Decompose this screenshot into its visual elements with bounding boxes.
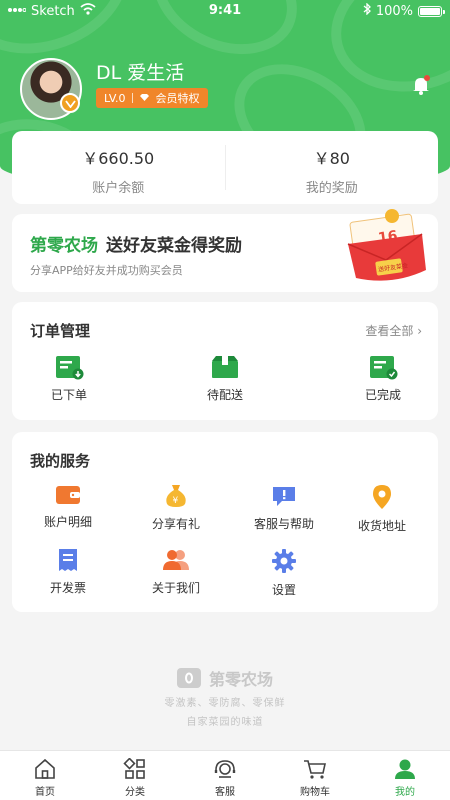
money-bag-icon: ¥ bbox=[166, 485, 186, 507]
account-balance[interactable]: ￥660.50 账户余额 bbox=[12, 131, 225, 204]
share-gift-label: 分享有礼 bbox=[151, 517, 200, 531]
tab-cart-label: 购物车 bbox=[300, 787, 330, 798]
service-customer-help[interactable]: 客服与帮助 bbox=[234, 484, 334, 532]
tab-category[interactable]: 分类 bbox=[90, 751, 180, 800]
order-completed-label: 已完成 bbox=[364, 388, 401, 402]
order-section-title: 订单管理 bbox=[30, 322, 91, 340]
promo-headline: 送好友菜金得奖励 bbox=[106, 236, 242, 256]
pending-delivery-label: 待配送 bbox=[206, 388, 243, 402]
help-message-icon bbox=[273, 487, 295, 506]
level-label: LV.0 bbox=[104, 91, 126, 105]
bluetooth-icon bbox=[363, 2, 371, 19]
tab-customer-service-label: 客服 bbox=[215, 787, 235, 798]
tab-customer-service[interactable]: 客服 bbox=[180, 751, 270, 800]
vip-badge-icon bbox=[60, 93, 80, 113]
service-account-details[interactable]: 账户明细 bbox=[18, 484, 118, 530]
bottom-tab-bar: 首页 分类 客服 购物车 我的 bbox=[0, 750, 450, 800]
services-section-title: 我的服务 bbox=[30, 452, 91, 470]
order-management-card: 订单管理 查看全部 › 已下单 待配送 已完成 bbox=[12, 302, 438, 420]
my-services-card: 我的服务 账户明细 ¥ 分享有礼 客服与帮助 收货地址 开发票 关于我们 设置 bbox=[12, 432, 438, 612]
cart-icon bbox=[304, 760, 326, 779]
customer-service-icon bbox=[214, 760, 236, 778]
customer-help-label: 客服与帮助 bbox=[253, 517, 314, 531]
category-icon bbox=[123, 758, 145, 779]
order-placed-icon bbox=[56, 356, 84, 380]
account-balance-value: ￥660.50 bbox=[82, 149, 155, 168]
profile-icon bbox=[395, 759, 415, 779]
member-privilege-label: 会员特权 bbox=[155, 92, 200, 105]
account-details-label: 账户明细 bbox=[43, 515, 92, 529]
tab-category-label: 分类 bbox=[125, 787, 145, 798]
notification-bell-icon[interactable] bbox=[410, 74, 432, 96]
tab-cart[interactable]: 购物车 bbox=[270, 751, 360, 800]
invoice-icon bbox=[59, 549, 77, 571]
brand-name: 第零农场 bbox=[208, 670, 273, 689]
users-icon bbox=[163, 550, 189, 570]
order-status-completed[interactable]: 已完成 bbox=[338, 354, 428, 403]
brand-slogan-2: 自家菜园的味道 bbox=[186, 717, 264, 728]
account-balance-label: 账户余额 bbox=[92, 181, 145, 196]
service-settings[interactable]: 设置 bbox=[234, 548, 334, 598]
wallet-icon bbox=[56, 486, 80, 504]
order-completed-icon bbox=[370, 356, 398, 380]
pending-delivery-icon bbox=[212, 356, 238, 378]
battery-percent: 100% bbox=[375, 3, 413, 19]
brand-logo-icon bbox=[176, 668, 201, 688]
reward-value: ￥80 bbox=[313, 149, 350, 168]
tab-profile[interactable]: 我的 bbox=[360, 751, 450, 800]
service-about-us[interactable]: 关于我们 bbox=[126, 548, 226, 596]
status-bar: Sketch 9:41 100% bbox=[0, 0, 450, 22]
gear-icon bbox=[272, 549, 296, 573]
promo-brand: 第零农场 bbox=[30, 236, 98, 256]
tab-profile-label: 我的 bbox=[395, 787, 415, 798]
about-us-label: 关于我们 bbox=[151, 581, 200, 595]
service-invoice[interactable]: 开发票 bbox=[18, 548, 118, 596]
balance-card: ￥660.50 账户余额 ￥80 我的奖励 bbox=[12, 131, 438, 204]
order-status-pending-delivery[interactable]: 待配送 bbox=[180, 354, 270, 403]
location-pin-icon bbox=[373, 485, 391, 509]
my-reward[interactable]: ￥80 我的奖励 bbox=[226, 131, 439, 204]
home-icon bbox=[35, 758, 55, 779]
reward-label: 我的奖励 bbox=[305, 181, 358, 196]
red-envelope-illustration: 16 送好友菜金 bbox=[342, 204, 428, 286]
member-level-pill[interactable]: LV.0 会员特权 bbox=[96, 88, 208, 108]
tab-home-label: 首页 bbox=[35, 787, 55, 798]
brand-slogan-1: 零激素、零防腐、零保鲜 bbox=[164, 698, 286, 709]
promo-title: 第零农场 送好友菜金得奖励 bbox=[30, 231, 242, 256]
tab-home[interactable]: 首页 bbox=[0, 751, 90, 800]
invoice-label: 开发票 bbox=[49, 581, 86, 595]
promo-subtitle: 分享APP给好友并成功购买会员 bbox=[30, 264, 183, 277]
svg-text:¥: ¥ bbox=[173, 496, 179, 506]
referral-promo-banner[interactable]: 第零农场 送好友菜金得奖励 分享APP给好友并成功购买会员 16 送好友菜金 bbox=[12, 209, 438, 292]
service-share-gift[interactable]: ¥ 分享有礼 bbox=[126, 484, 226, 532]
settings-label: 设置 bbox=[271, 583, 296, 597]
pill-divider bbox=[131, 93, 133, 103]
view-all-orders-link[interactable]: 查看全部 › bbox=[365, 322, 422, 339]
brand-footer: 第零农场 零激素、零防腐、零保鲜 自家菜园的味道 bbox=[0, 666, 450, 728]
service-delivery-address[interactable]: 收货地址 bbox=[332, 484, 432, 534]
order-status-placed[interactable]: 已下单 bbox=[24, 354, 114, 403]
battery-icon bbox=[418, 5, 445, 17]
diamond-icon bbox=[139, 92, 150, 105]
delivery-address-label: 收货地址 bbox=[357, 519, 406, 533]
order-placed-label: 已下单 bbox=[50, 388, 87, 402]
username: DL 爱生活 bbox=[96, 62, 185, 84]
